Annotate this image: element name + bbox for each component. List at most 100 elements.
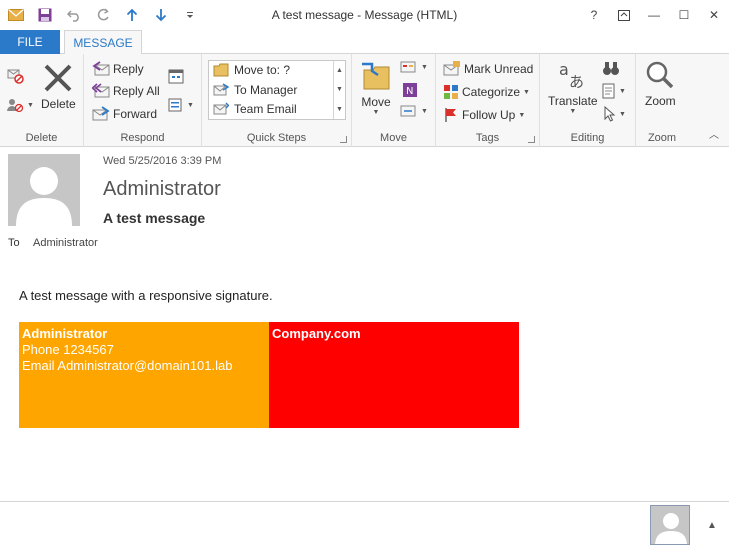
quick-steps-group: Move to: ? To Manager Team Email ▲ ▼ ▼ Q…: [202, 54, 352, 147]
cursor-icon: [604, 106, 616, 122]
team-email-icon: [213, 102, 229, 115]
message-date: Wed 5/25/2016 3:39 PM: [103, 155, 222, 167]
window-controls: ? — ☐ ✕: [579, 0, 729, 30]
minimize-button[interactable]: —: [639, 0, 669, 30]
editing-group: aあ Translate ▼ ▼ ▼ Editing: [540, 54, 636, 147]
help-button[interactable]: ?: [579, 0, 609, 30]
tags-group-label: Tags: [475, 132, 500, 144]
meeting-button[interactable]: [168, 68, 184, 84]
ribbon-display-options-button[interactable]: [609, 0, 639, 30]
meeting-icon: [168, 69, 184, 84]
tags-launcher[interactable]: [528, 136, 535, 143]
sender-name[interactable]: Administrator: [103, 178, 221, 201]
onenote-button[interactable]: N: [402, 82, 418, 98]
zoom-label: Zoom: [645, 94, 676, 108]
gallery-more-icon[interactable]: ▼: [336, 106, 343, 113]
forward-mail-icon: [213, 83, 229, 96]
quick-step-team-email[interactable]: Team Email: [213, 102, 297, 116]
person-placeholder-icon: [655, 513, 687, 544]
zoom-group-label: Zoom: [647, 132, 677, 144]
people-pane: ▲: [0, 501, 729, 549]
translate-button[interactable]: aあ Translate ▼: [548, 60, 598, 115]
delete-group-label: Delete: [25, 132, 58, 144]
signature-phone: Phone 1234567: [22, 342, 114, 357]
scroll-down-icon[interactable]: ▼: [336, 86, 343, 93]
to-label: To: [8, 237, 20, 249]
collapse-ribbon-icon[interactable]: ︿: [709, 126, 719, 141]
move-group-label: Move: [380, 132, 407, 144]
ignore-button[interactable]: [6, 66, 24, 84]
select-button[interactable]: ▼: [604, 106, 626, 122]
delete-button[interactable]: Delete: [41, 62, 76, 111]
signature-email: Email Administrator@domain101.lab: [22, 358, 233, 373]
translate-label: Translate: [548, 94, 598, 108]
categorize-label: Categorize: [462, 85, 521, 99]
forward-button[interactable]: Forward: [92, 106, 157, 122]
folder-icon: [213, 63, 229, 77]
ribbon: ▼ Delete Delete Reply Reply All Forward …: [0, 54, 729, 147]
scroll-up-icon[interactable]: ▲: [336, 67, 343, 74]
junk-button[interactable]: ▼: [6, 96, 34, 114]
categorize-button[interactable]: Categorize ▼: [443, 84, 530, 100]
find-button[interactable]: [602, 60, 620, 76]
reply-all-icon: [92, 83, 110, 98]
quick-steps-scroll[interactable]: ▲ ▼ ▼: [333, 61, 345, 119]
actions-button[interactable]: ▼: [400, 104, 428, 118]
sender-avatar[interactable]: [8, 154, 80, 226]
quick-step-to-manager[interactable]: To Manager: [213, 83, 297, 97]
move-button[interactable]: Move ▼: [360, 61, 392, 116]
rules-icon: [400, 61, 416, 73]
move-group: Move ▼ ▼ N ▼ Move: [352, 54, 436, 147]
zoom-button[interactable]: Zoom: [645, 60, 676, 108]
svg-text:N: N: [406, 86, 413, 97]
onenote-icon: N: [403, 83, 417, 97]
magnifier-icon: [647, 61, 674, 89]
delete-label: Delete: [41, 97, 76, 111]
follow-up-button[interactable]: Follow Up ▼: [443, 107, 525, 123]
title-bar: A test message - Message (HTML) ? — ☐ ✕: [0, 0, 729, 30]
follow-up-label: Follow Up: [462, 108, 516, 122]
move-icon: [362, 62, 390, 90]
signature-left-cell: Administrator Phone 1234567 Email Admini…: [19, 322, 269, 428]
quick-step-team-email-label: Team Email: [234, 102, 297, 116]
quick-steps-launcher[interactable]: [340, 136, 347, 143]
related-button[interactable]: ▼: [602, 83, 626, 99]
ribbon-tabs: FILE MESSAGE: [0, 30, 729, 55]
person-placeholder-icon: [16, 167, 72, 226]
svg-text:あ: あ: [569, 73, 584, 90]
signature-block: Administrator Phone 1234567 Email Admini…: [19, 322, 519, 428]
editing-group-label: Editing: [570, 132, 605, 144]
close-button[interactable]: ✕: [699, 0, 729, 30]
message-body-text: A test message with a responsive signatu…: [19, 288, 273, 303]
reply-icon: [92, 61, 110, 76]
rules-button[interactable]: ▼: [400, 60, 428, 74]
reply-all-button[interactable]: Reply All: [92, 83, 160, 99]
tab-file[interactable]: FILE: [0, 30, 60, 54]
ribbon-display-icon: [618, 9, 630, 21]
people-pane-avatar[interactable]: [650, 505, 690, 545]
related-icon: [602, 83, 615, 99]
signature-name: Administrator: [22, 326, 108, 341]
maximize-button[interactable]: ☐: [669, 0, 699, 30]
reply-button[interactable]: Reply: [92, 61, 144, 77]
tags-group: Mark Unread Categorize ▼ Follow Up ▼ Tag…: [436, 54, 540, 147]
more-respond-button[interactable]: ▼: [168, 98, 194, 112]
delete-group: ▼ Delete Delete: [0, 54, 84, 147]
signature-right-cell: Company.com: [269, 322, 519, 428]
tab-message[interactable]: MESSAGE: [64, 30, 142, 55]
reply-label: Reply: [113, 62, 144, 76]
to-recipient[interactable]: Administrator: [33, 237, 98, 249]
mark-unread-button[interactable]: Mark Unread: [443, 61, 533, 77]
quick-step-move-to[interactable]: Move to: ?: [213, 63, 290, 77]
more-respond-icon: [168, 98, 182, 112]
message-header: Wed 5/25/2016 3:39 PM Administrator A te…: [0, 148, 729, 258]
move-label: Move: [361, 95, 391, 109]
delete-icon: [44, 64, 72, 92]
reply-all-label: Reply All: [113, 84, 160, 98]
categorize-icon: [444, 85, 458, 99]
translate-icon: aあ: [559, 60, 584, 90]
expand-people-pane-icon[interactable]: ▲: [707, 520, 717, 531]
junk-icon: [7, 99, 24, 113]
actions-icon: [400, 105, 416, 117]
mark-unread-label: Mark Unread: [464, 62, 534, 76]
